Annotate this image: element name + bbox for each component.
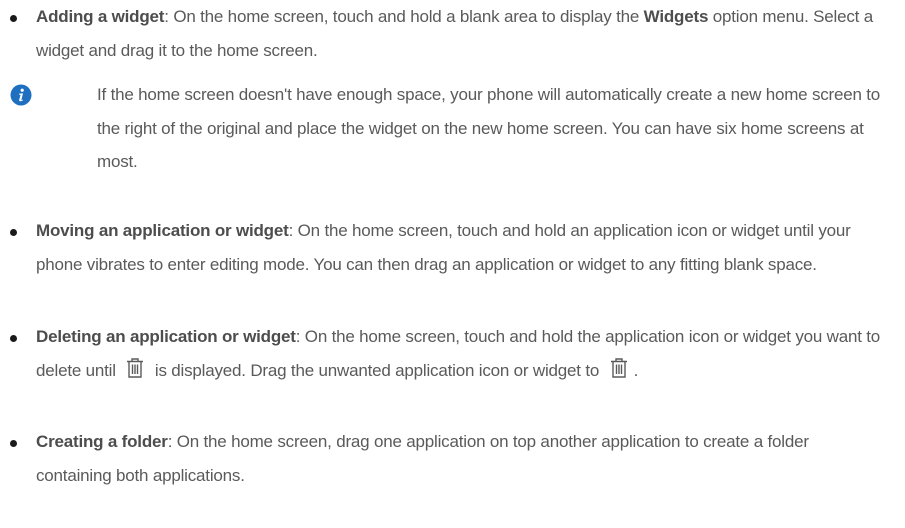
trash-icon [610, 357, 627, 378]
item-text: : On the home screen, touch and hold a b… [164, 7, 644, 26]
list-item-text: Deleting an application or widget: On th… [36, 320, 886, 387]
note-text: If the home screen doesn't have enough s… [97, 85, 881, 171]
item-strong: Widgets [643, 7, 709, 26]
bullet [10, 15, 17, 22]
trash-icon [127, 357, 144, 378]
bullet [10, 440, 17, 447]
bullet [10, 335, 17, 342]
list-item-text: Adding a widget: On the home screen, tou… [36, 0, 886, 67]
item-title: Deleting an application or widget [36, 327, 296, 346]
item-text: is displayed. Drag the unwanted applicat… [150, 360, 604, 380]
item-title: Moving an application or widget [36, 221, 289, 240]
item-text: . [633, 360, 639, 380]
item-title: Creating a folder [36, 432, 168, 451]
bullet [10, 229, 17, 236]
list-item-text: Creating a folder: On the home screen, d… [36, 425, 886, 492]
list-item-text: Moving an application or widget: On the … [36, 214, 886, 281]
item-title: Adding a widget [36, 7, 165, 26]
info-icon [10, 84, 32, 106]
